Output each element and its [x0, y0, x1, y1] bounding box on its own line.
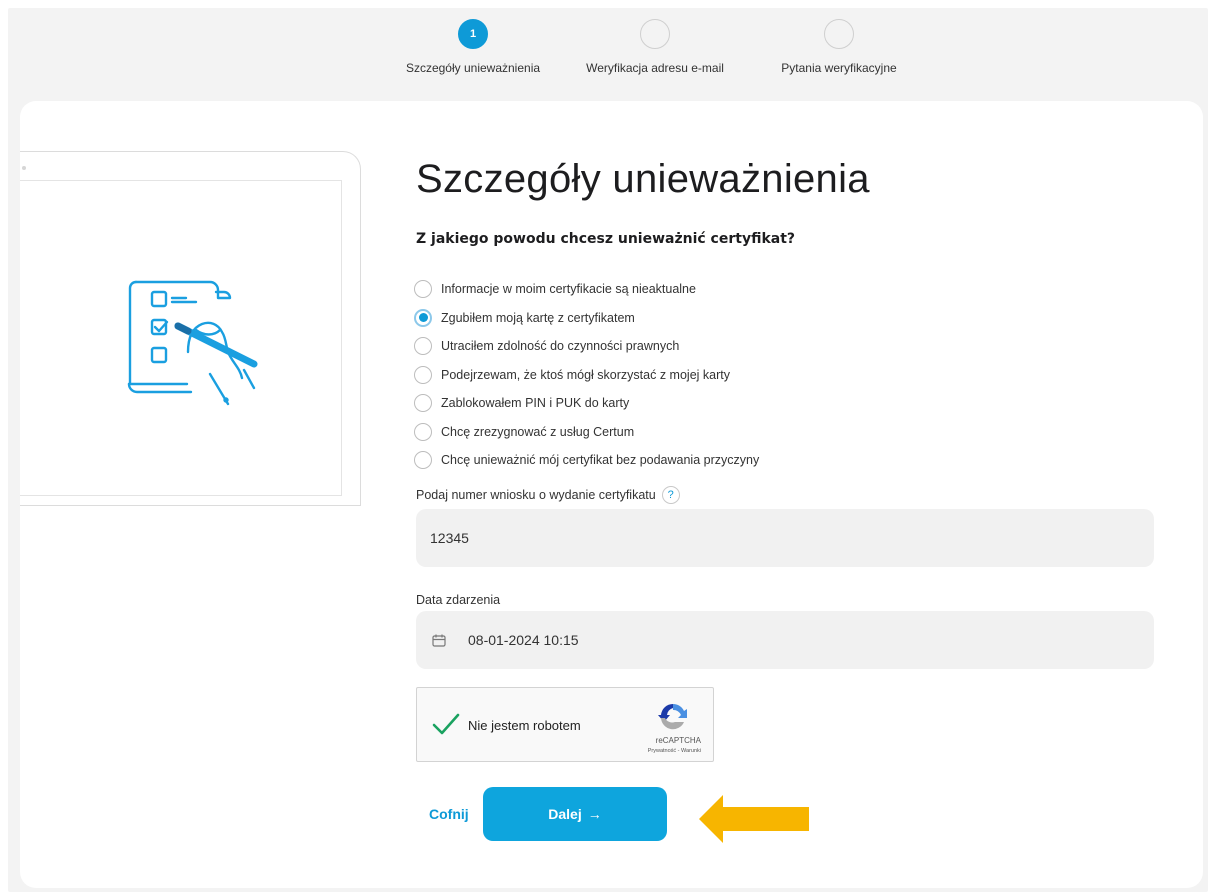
recaptcha-widget: Nie jestem robotem reCAPTCHA Prywatność … — [416, 687, 714, 762]
reason-option-label: Chcę zrezygnować z usług Certum — [441, 424, 635, 439]
step-2-indicator — [640, 19, 670, 49]
step-3-indicator — [824, 19, 854, 49]
recaptcha-logo-icon — [658, 703, 687, 730]
step-1-indicator: 1 — [458, 19, 488, 49]
progress-stepper: 1 Szczegóły unieważnienia Weryfikacja ad… — [0, 19, 1212, 89]
radio-button[interactable] — [414, 365, 432, 384]
reason-option[interactable]: Zgubiłem moją kartę z certyfikatem — [414, 304, 759, 333]
captcha-checkmark-icon[interactable] — [431, 712, 461, 736]
arrow-right-icon: → — [587, 806, 602, 822]
reason-radio-group: Informacje w moim certyfikacie są nieakt… — [414, 275, 759, 475]
captcha-label: Nie jestem robotem — [468, 718, 581, 733]
calendar-icon — [432, 634, 446, 647]
step-2-label: Weryfikacja adresu e-mail — [586, 61, 724, 75]
checklist-hand-icon — [127, 280, 258, 406]
step-2: Weryfikacja adresu e-mail — [574, 19, 736, 75]
reason-option-label: Zablokowałem PIN i PUK do karty — [441, 396, 630, 411]
recaptcha-brand: reCAPTCHA — [655, 736, 701, 745]
reason-option[interactable]: Informacje w moim certyfikacie są nieakt… — [414, 275, 759, 304]
radio-button[interactable] — [414, 394, 432, 413]
laptop-camera-dot — [22, 166, 26, 170]
next-button[interactable]: Dalej → — [483, 787, 667, 841]
reason-option-label: Zgubiłem moją kartę z certyfikatem — [441, 310, 635, 325]
radio-button[interactable] — [414, 451, 432, 470]
event-date-input[interactable]: 08-01-2024 10:15 — [416, 611, 1154, 669]
recaptcha-links[interactable]: Prywatność - Warunki — [648, 748, 701, 754]
reason-option[interactable]: Utraciłem zdolność do czynności prawnych — [414, 332, 759, 361]
event-date-value: 08-01-2024 10:15 — [468, 632, 579, 648]
step-3: Pytania weryfikacyjne — [764, 19, 914, 75]
application-number-input[interactable]: 12345 — [416, 509, 1154, 567]
reason-option-label: Podejrzewam, że ktoś mógł skorzystać z m… — [441, 367, 730, 382]
step-1: 1 Szczegóły unieważnienia — [400, 19, 546, 75]
reason-question: Z jakiego powodu chcesz unieważnić certy… — [416, 231, 796, 247]
radio-button[interactable] — [414, 337, 432, 356]
radio-button[interactable] — [414, 422, 432, 441]
next-button-label: Dalej — [548, 806, 582, 822]
reason-option[interactable]: Zablokowałem PIN i PUK do karty — [414, 389, 759, 418]
hint-arrow-icon — [699, 795, 809, 843]
radio-button-selected[interactable] — [414, 308, 432, 327]
reason-option[interactable]: Podejrzewam, że ktoś mógł skorzystać z m… — [414, 361, 759, 390]
question-icon[interactable]: ? — [661, 486, 680, 504]
application-number-value: 12345 — [430, 530, 469, 546]
reason-option-label: Informacje w moim certyfikacie są nieakt… — [441, 282, 696, 297]
event-date-label: Data zdarzenia — [416, 593, 501, 607]
step-1-label: Szczegóły unieważnienia — [405, 61, 541, 75]
reason-option-label: Utraciłem zdolność do czynności prawnych — [441, 339, 680, 354]
application-number-label: Podaj numer wniosku o wydanie certyfikat… — [416, 486, 680, 504]
page-title: Szczegóły unieważnienia — [416, 157, 870, 201]
reason-option-label: Chcę unieważnić mój certyfikat bez podaw… — [441, 453, 760, 468]
reason-option[interactable]: Chcę unieważnić mój certyfikat bez podaw… — [414, 446, 759, 475]
back-link[interactable]: Cofnij — [429, 806, 469, 822]
step-3-label: Pytania weryfikacyjne — [781, 61, 897, 75]
radio-button[interactable] — [414, 280, 432, 299]
form-card: Szczegóły unieważnienia Z jakiego powodu… — [20, 101, 1203, 888]
reason-option[interactable]: Chcę zrezygnować z usług Certum — [414, 418, 759, 447]
application-number-label-text: Podaj numer wniosku o wydanie certyfikat… — [416, 488, 656, 502]
